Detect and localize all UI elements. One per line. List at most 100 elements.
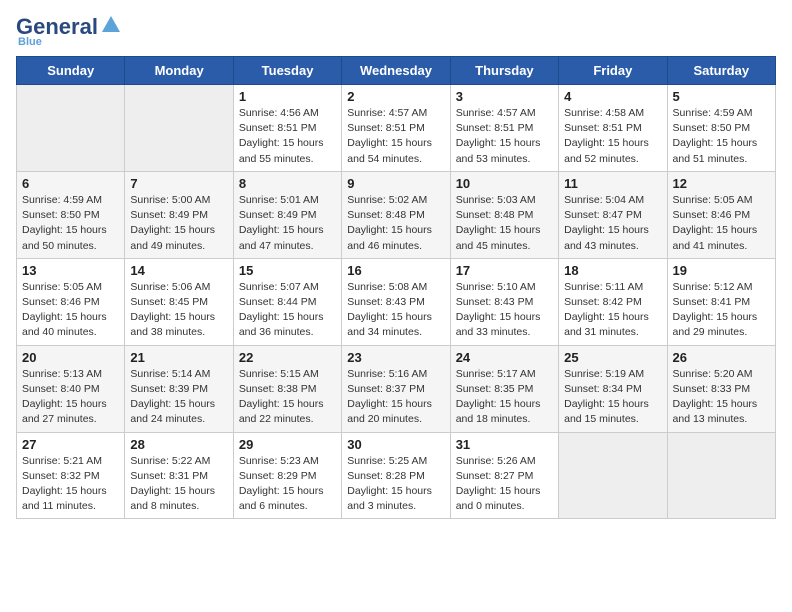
sunrise: Sunrise: 5:03 AM	[456, 194, 536, 206]
daylight: Daylight: 15 hours and 51 minutes.	[673, 137, 758, 164]
sunrise: Sunrise: 5:05 AM	[22, 281, 102, 293]
calendar-cell: 17Sunrise: 5:10 AMSunset: 8:43 PMDayligh…	[450, 258, 558, 345]
daylight: Daylight: 15 hours and 20 minutes.	[347, 398, 432, 425]
sunset: Sunset: 8:37 PM	[347, 383, 425, 395]
calendar-cell: 2 Sunrise: 4:57 AMSunset: 8:51 PMDaylight…	[342, 85, 450, 172]
calendar-cell: 22Sunrise: 5:15 AMSunset: 8:38 PMDayligh…	[233, 345, 341, 432]
calendar-table: SundayMondayTuesdayWednesdayThursdayFrid…	[16, 56, 776, 519]
sunset: Sunset: 8:49 PM	[130, 209, 208, 221]
sunset: Sunset: 8:48 PM	[456, 209, 534, 221]
calendar-cell: 26Sunrise: 5:20 AMSunset: 8:33 PMDayligh…	[667, 345, 775, 432]
calendar-week-row: 27Sunrise: 5:21 AMSunset: 8:32 PMDayligh…	[17, 432, 776, 519]
calendar-cell: 15 Sunrise: 5:07 AM Sunset: 8:44 PM Dayligh…	[233, 258, 341, 345]
daylight: Daylight: 15 hours and 15 minutes.	[564, 398, 649, 425]
sunset: Sunset: 8:35 PM	[456, 383, 534, 395]
calendar-cell: 7 Sunrise: 5:00 AM Sunset: 8:49 PM Daylight…	[125, 171, 233, 258]
sunrise: Sunrise: 5:01 AM	[239, 194, 319, 206]
weekday-header-sunday: Sunday	[17, 57, 125, 85]
sunset: Sunset: 8:44 PM	[239, 296, 317, 308]
sunrise: Sunrise: 5:13 AM	[22, 368, 102, 380]
day-number: 3	[456, 89, 553, 104]
sunset: Sunset: 8:32 PM	[22, 470, 100, 482]
day-info: Sunrise: 5:06 AMSunset: 8:45 PMDaylight:…	[130, 280, 227, 341]
day-number: 4	[564, 89, 661, 104]
day-number: 31	[456, 437, 553, 452]
sunset: Sunset: 8:51 PM	[456, 122, 534, 134]
daylight: Daylight: 15 hours and 54 minutes.	[347, 137, 432, 164]
calendar-cell: 8Sunrise: 5:01 AMSunset: 8:49 PMDaylight…	[233, 171, 341, 258]
calendar-cell: 20Sunrise: 5:13 AMSunset: 8:40 PMDayligh…	[17, 345, 125, 432]
day-number: 15	[239, 263, 336, 278]
calendar-cell: 21Sunrise: 5:14 AMSunset: 8:39 PMDayligh…	[125, 345, 233, 432]
day-number: 11	[564, 176, 661, 191]
daylight: Daylight: 15 hours and 53 minutes.	[456, 137, 541, 164]
sunset: Sunset: 8:43 PM	[347, 296, 425, 308]
sunset: Sunset: 8:51 PM	[347, 122, 425, 134]
daylight: Daylight: 15 hours and 36 minutes.	[239, 311, 324, 338]
calendar-cell: 9Sunrise: 5:02 AMSunset: 8:48 PMDaylight…	[342, 171, 450, 258]
day-number: 19	[673, 263, 770, 278]
calendar-cell: 12Sunrise: 5:05 AMSunset: 8:46 PMDayligh…	[667, 171, 775, 258]
sunset: Sunset: 8:45 PM	[130, 296, 208, 308]
sunset: Sunset: 8:50 PM	[22, 209, 100, 221]
day-info: Sunrise: 4:59 AMSunset: 8:50 PMDaylight:…	[22, 193, 119, 254]
daylight: Daylight: 15 hours and 29 minutes.	[673, 311, 758, 338]
sunrise: Sunrise: 5:20 AM	[673, 368, 753, 380]
daylight: Daylight: 15 hours and 18 minutes.	[456, 398, 541, 425]
sunrise: Sunrise: 5:07 AM	[239, 281, 319, 293]
day-info: Sunrise: 5:16 AMSunset: 8:37 PMDaylight:…	[347, 367, 444, 428]
sunrise: Sunrise: 5:00 AM	[130, 194, 210, 206]
daylight: Daylight: 15 hours and 46 minutes.	[347, 224, 432, 251]
calendar-cell	[667, 432, 775, 519]
daylight: Daylight: 15 hours and 49 minutes.	[130, 224, 215, 251]
day-number: 25	[564, 350, 661, 365]
day-info: Sunrise: 5:19 AMSunset: 8:34 PMDaylight:…	[564, 367, 661, 428]
calendar-cell: 27Sunrise: 5:21 AMSunset: 8:32 PMDayligh…	[17, 432, 125, 519]
day-number: 2	[347, 89, 444, 104]
daylight: Daylight: 15 hours and 52 minutes.	[564, 137, 649, 164]
daylight: Daylight: 15 hours and 8 minutes.	[130, 485, 215, 512]
weekday-header-tuesday: Tuesday	[233, 57, 341, 85]
day-number: 6	[22, 176, 119, 191]
daylight: Daylight: 15 hours and 45 minutes.	[456, 224, 541, 251]
sunrise: Sunrise: 5:21 AM	[22, 455, 102, 467]
sunset: Sunset: 8:46 PM	[22, 296, 100, 308]
sunset: Sunset: 8:49 PM	[239, 209, 317, 221]
sunrise: Sunrise: 5:08 AM	[347, 281, 427, 293]
day-info: Sunrise: 5:05 AMSunset: 8:46 PMDaylight:…	[673, 193, 770, 254]
calendar-cell: 28Sunrise: 5:22 AMSunset: 8:31 PMDayligh…	[125, 432, 233, 519]
calendar-cell: 16Sunrise: 5:08 AMSunset: 8:43 PMDayligh…	[342, 258, 450, 345]
daylight: Daylight: 15 hours and 33 minutes.	[456, 311, 541, 338]
daylight: Daylight: 15 hours and 6 minutes.	[239, 485, 324, 512]
sunrise: Sunrise: 5:05 AM	[673, 194, 753, 206]
daylight: Daylight: 15 hours and 43 minutes.	[564, 224, 649, 251]
sunset: Sunset: 8:27 PM	[456, 470, 534, 482]
sunrise: Sunrise: 5:10 AM	[456, 281, 536, 293]
day-info: Sunrise: 5:08 AMSunset: 8:43 PMDaylight:…	[347, 280, 444, 341]
daylight: Daylight: 15 hours and 55 minutes.	[239, 137, 324, 164]
sunset: Sunset: 8:51 PM	[564, 122, 642, 134]
day-number: 9	[347, 176, 444, 191]
day-info: Sunrise: 5:25 AMSunset: 8:28 PMDaylight:…	[347, 454, 444, 515]
calendar-cell: 13Sunrise: 5:05 AMSunset: 8:46 PMDayligh…	[17, 258, 125, 345]
calendar-week-row: 1Sunrise: 4:56 AMSunset: 8:51 PMDaylight…	[17, 85, 776, 172]
day-number: 7	[130, 176, 227, 191]
day-number: 29	[239, 437, 336, 452]
sunrise: Sunrise: 5:22 AM	[130, 455, 210, 467]
daylight: Daylight: 15 hours and 40 minutes.	[22, 311, 107, 338]
day-info: Sunrise: 5:01 AMSunset: 8:49 PMDaylight:…	[239, 193, 336, 254]
weekday-header-row: SundayMondayTuesdayWednesdayThursdayFrid…	[17, 57, 776, 85]
calendar-cell: 19Sunrise: 5:12 AMSunset: 8:41 PMDayligh…	[667, 258, 775, 345]
daylight: Daylight: 15 hours and 11 minutes.	[22, 485, 107, 512]
day-info: Sunrise: 4:57 AMSunset: 8:51 PMDaylight:…	[347, 106, 444, 167]
sunrise: Sunrise: 5:14 AM	[130, 368, 210, 380]
calendar-cell	[559, 432, 667, 519]
sunset: Sunset: 8:34 PM	[564, 383, 642, 395]
calendar-cell: 1Sunrise: 4:56 AMSunset: 8:51 PMDaylight…	[233, 85, 341, 172]
daylight: Daylight: 15 hours and 50 minutes.	[22, 224, 107, 251]
sunset: Sunset: 8:29 PM	[239, 470, 317, 482]
daylight: Daylight: 15 hours and 31 minutes.	[564, 311, 649, 338]
sunset: Sunset: 8:43 PM	[456, 296, 534, 308]
weekday-header-monday: Monday	[125, 57, 233, 85]
daylight: Daylight: 15 hours and 22 minutes.	[239, 398, 324, 425]
